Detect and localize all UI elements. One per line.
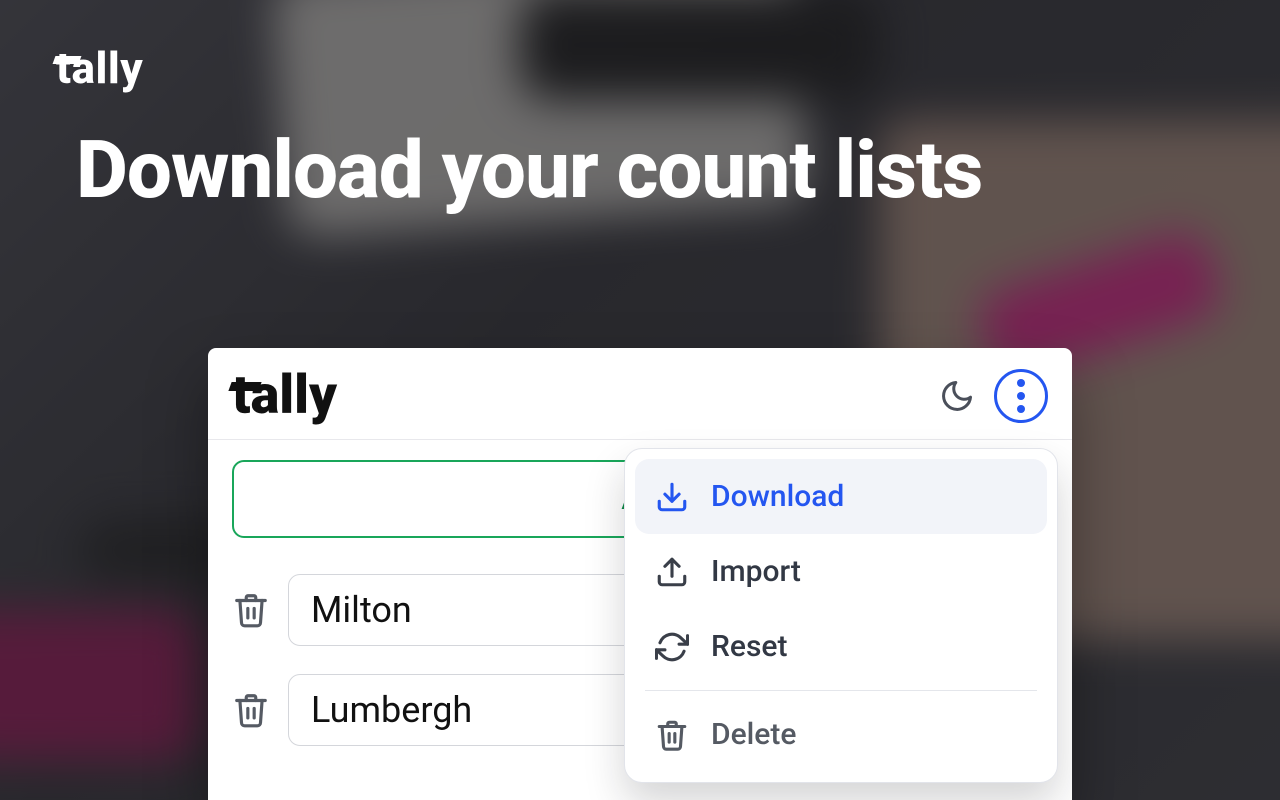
more-menu-button[interactable] [994, 369, 1048, 423]
hero-brand-text: tally [56, 42, 143, 94]
menu-separator [645, 690, 1037, 691]
kebab-dot [1017, 405, 1025, 413]
app-brand-logo: tally [232, 364, 337, 427]
download-icon [655, 480, 689, 514]
menu-item-download[interactable]: Download [635, 459, 1047, 534]
upload-icon [655, 555, 689, 589]
refresh-icon [655, 630, 689, 664]
moon-icon [939, 378, 975, 414]
app-header: tally [208, 348, 1072, 440]
menu-item-label: Download [711, 479, 844, 514]
delete-row-button[interactable] [232, 591, 270, 629]
trash-icon [655, 718, 689, 752]
hero-brand-logo: tally [56, 42, 143, 94]
app-window: tally Ad [208, 348, 1072, 800]
header-actions [934, 369, 1048, 423]
menu-item-label: Reset [711, 629, 787, 664]
app-brand-text: tally [232, 364, 337, 427]
kebab-dot [1017, 392, 1025, 400]
menu-item-import[interactable]: Import [635, 534, 1047, 609]
trash-icon [232, 691, 270, 729]
menu-item-label: Delete [711, 717, 796, 752]
theme-toggle-button[interactable] [934, 373, 980, 419]
trash-icon [232, 591, 270, 629]
menu-item-label: Import [711, 554, 801, 589]
hero-title: Download your count lists [76, 128, 1240, 212]
row-name-value: Lumbergh [311, 689, 472, 731]
promo-stage: tally Download your count lists tally Ad [0, 0, 1280, 800]
more-menu-dropdown: Download Import Reset Delete [624, 448, 1058, 783]
delete-row-button[interactable] [232, 691, 270, 729]
menu-item-delete[interactable]: Delete [635, 697, 1047, 772]
row-name-value: Milton [311, 589, 412, 631]
menu-item-reset[interactable]: Reset [635, 609, 1047, 684]
kebab-dot [1017, 379, 1025, 387]
